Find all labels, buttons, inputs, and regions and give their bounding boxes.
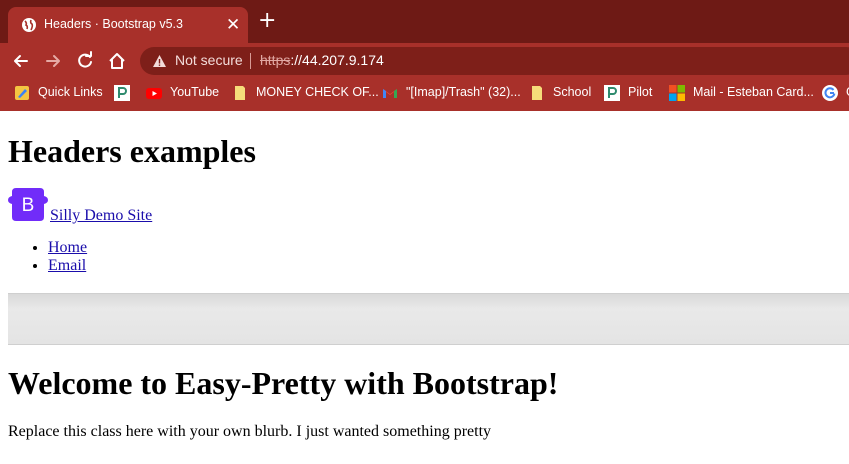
page-heading: Headers examples [8,133,256,169]
note-icon [532,86,542,100]
url-scheme: https [260,52,291,68]
welcome-heading: Welcome to Easy-Pretty with Bootstrap! [8,365,559,401]
url-host: ://44.207.9.174 [290,52,384,68]
bootstrap-logo-icon: B [8,188,48,221]
tab-headers[interactable]: Headers · Bootstrap v5.3 ✕ [8,7,248,43]
globe-icon [22,18,36,32]
address-bar[interactable]: Not secure https://44.207.9.174 [140,47,849,75]
tab-strip: Headers · Bootstrap v5.3 ✕ + [0,0,849,43]
back-arrow-icon[interactable] [11,51,31,71]
p-icon [604,85,620,101]
browser-chrome: Headers · Bootstrap v5.3 ✕ + Not secure [0,0,849,111]
brand-logo-letter: B [22,195,35,216]
note-icon [235,86,245,100]
warning-icon[interactable] [152,54,167,68]
microsoft-icon [669,85,685,101]
nav-list: Home Email [8,239,87,275]
forward-arrow-icon[interactable] [43,51,63,71]
pencil-icon [15,86,29,100]
google-icon [822,85,838,101]
url-text[interactable]: https://44.207.9.174 [260,52,384,68]
close-icon[interactable]: ✕ [226,16,240,33]
omnibox-divider [250,53,251,69]
nav-item-home: Home [48,239,87,257]
security-label[interactable]: Not secure [175,52,243,68]
nav-link-home[interactable]: Home [48,239,87,256]
gmail-icon [383,89,397,98]
nav-item-email: Email [48,257,87,275]
youtube-icon [146,88,162,99]
nav-link-email[interactable]: Email [48,257,86,274]
page-content: Headers examples B Silly Demo Site Home … [0,111,849,464]
reload-icon[interactable] [75,51,95,71]
brand-text[interactable]: Silly Demo Site [50,207,152,225]
bookmarks-bar: Quick Links YouTube MONEY CHECK OF... "[… [0,78,849,111]
header-band [8,293,849,345]
blurb-text: Replace this class here with your own bl… [8,423,492,440]
p-icon [114,85,130,101]
new-tab-button[interactable]: + [258,10,276,32]
toolbar: Not secure https://44.207.9.174 [0,43,849,78]
tab-title: Headers · Bootstrap v5.3 [44,17,183,31]
home-icon[interactable] [107,51,127,71]
